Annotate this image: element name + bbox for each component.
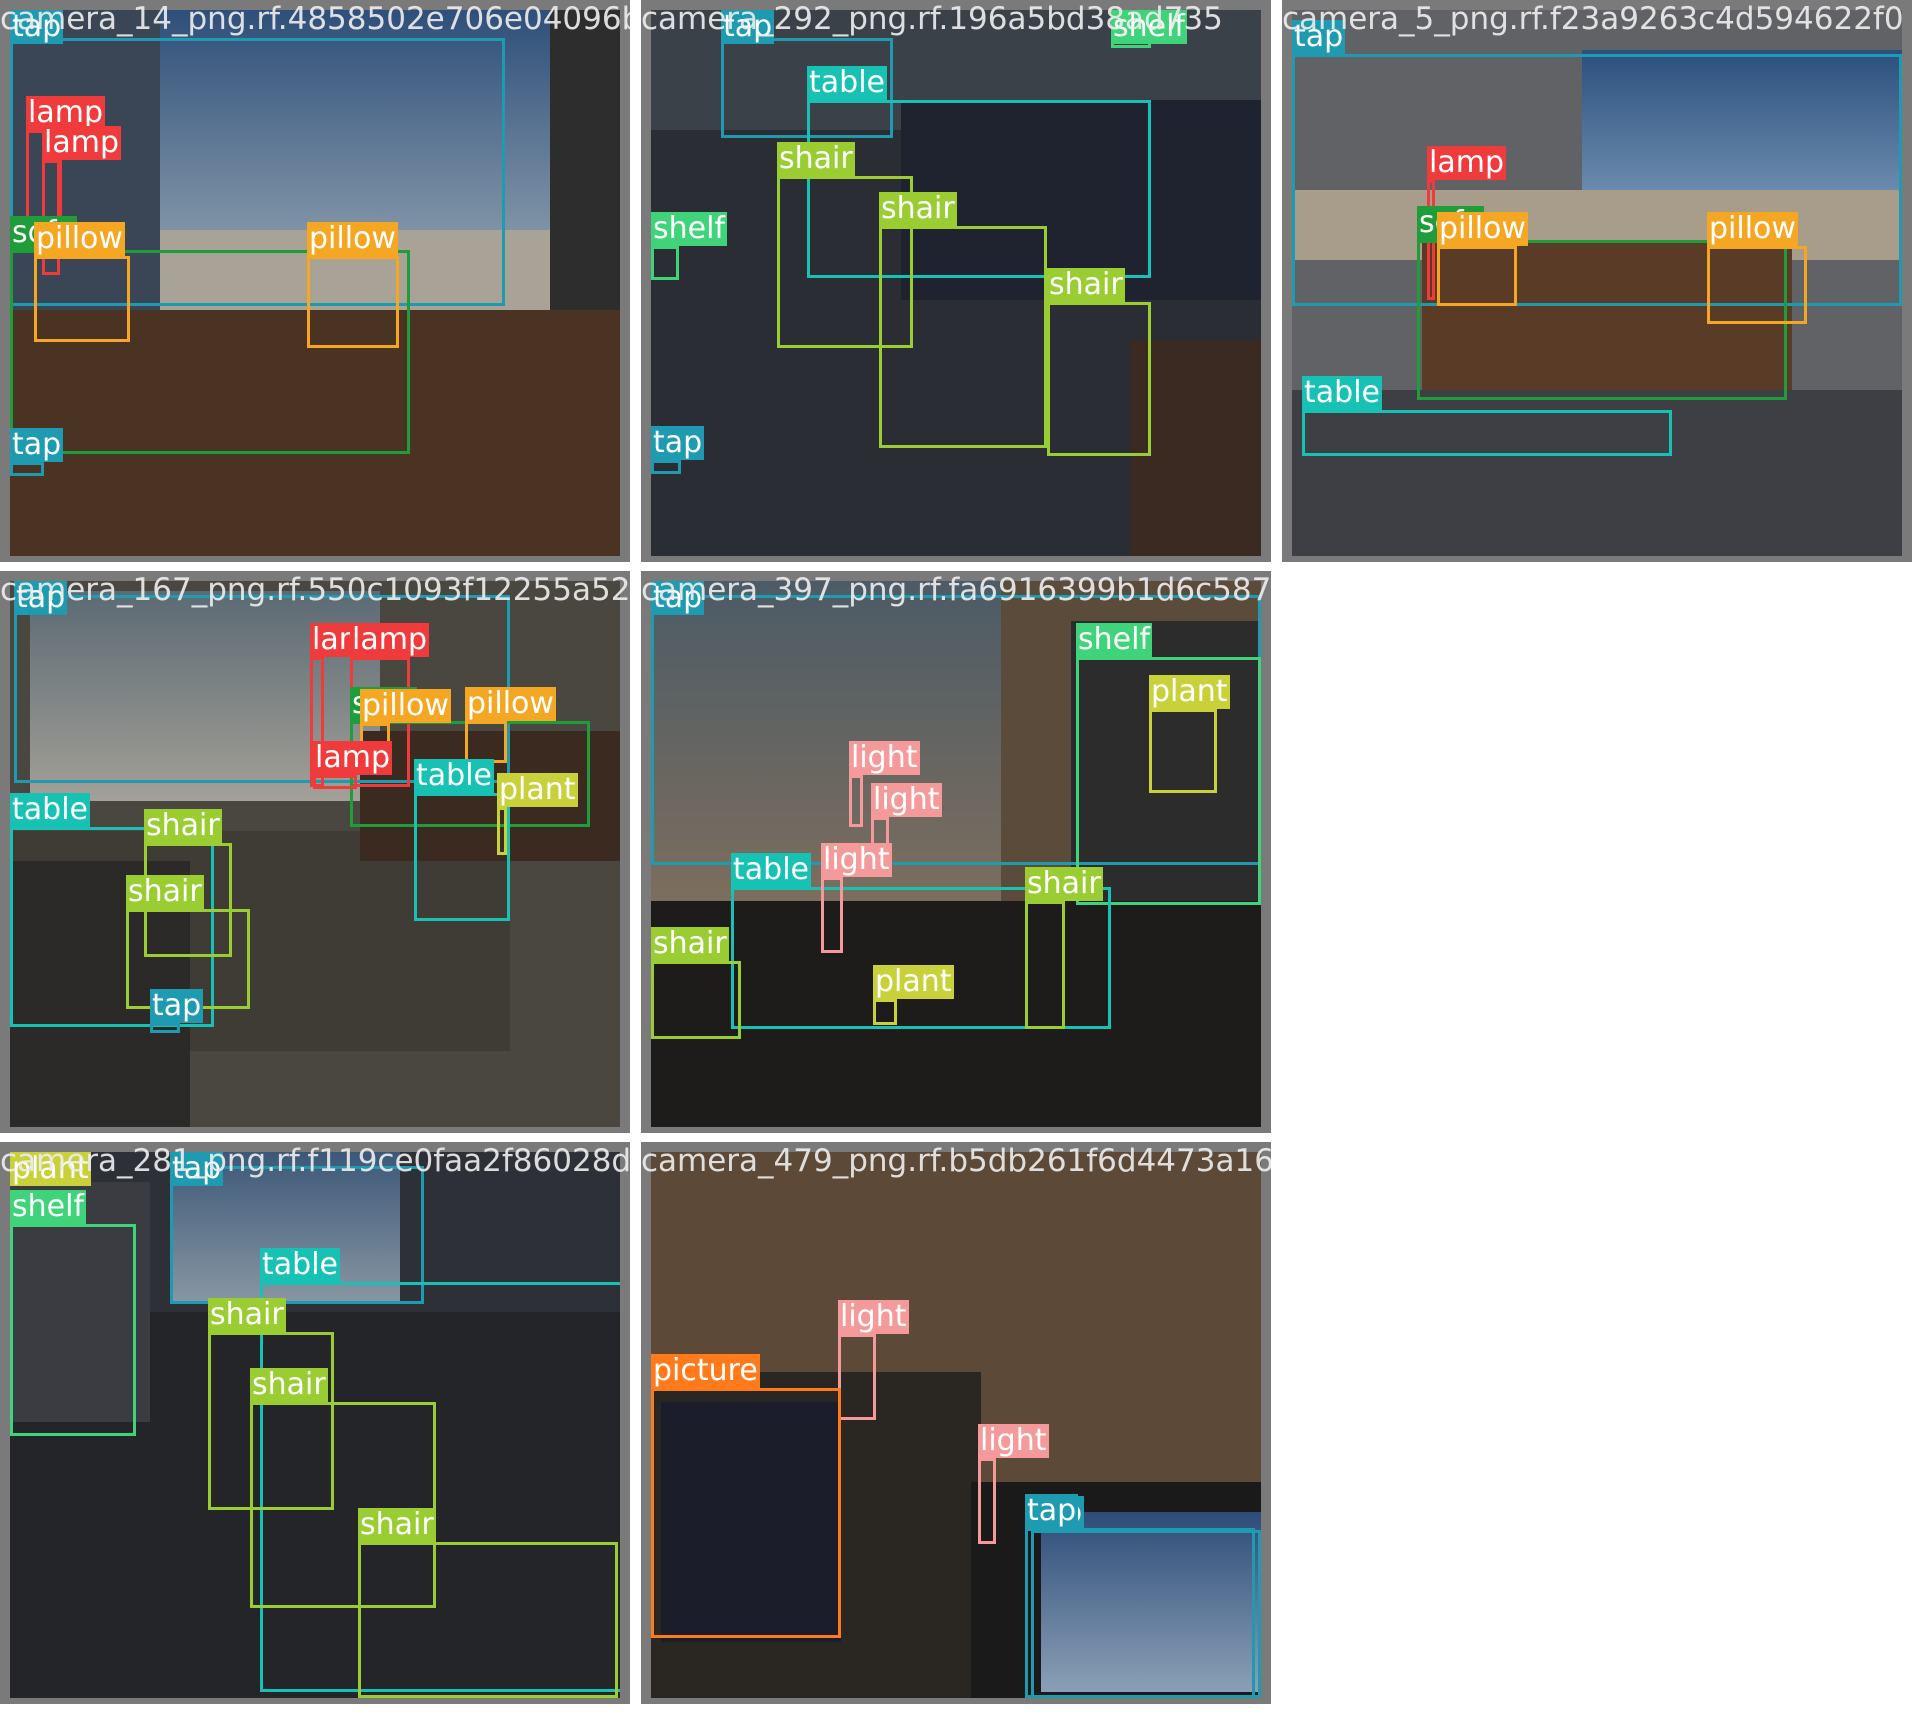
bounding-box (1025, 1528, 1255, 1698)
bounding-box (651, 460, 681, 474)
mosaic-tile: taplampsofapillowpillowtablecamera_5_png… (1282, 0, 1912, 562)
mosaic-tile: plant shelf tap table shair shair shair camera_… (0, 1142, 630, 1704)
box-label: pillow (1707, 211, 1798, 246)
box-label: shair (144, 808, 222, 843)
box-label: tap (1025, 1493, 1079, 1528)
box-label: picture (651, 1353, 760, 1388)
bounding-box (1025, 901, 1065, 1029)
box-label: shair (358, 1507, 436, 1542)
scene-image: tap shelf table shair shair shelf shair tap (651, 10, 1261, 556)
box-label: shelf (10, 1189, 86, 1224)
box-label: pillow (465, 686, 556, 721)
mosaic-tile: taplamplampsofapillowpillowtapcamera_14_… (0, 0, 630, 562)
bounding-box (651, 246, 679, 280)
bounding-box (313, 775, 357, 789)
box-label: shair (879, 191, 957, 226)
bounding-box (1149, 709, 1217, 793)
bounding-box (307, 256, 399, 348)
box-label: lamp (313, 740, 392, 775)
box-label: shair (1025, 866, 1103, 901)
box-label: shelf (1111, 10, 1187, 44)
box-label: shair (651, 926, 729, 961)
box-label: tap (651, 425, 705, 460)
box-label: tap (1292, 19, 1346, 54)
bounding-box (414, 793, 510, 921)
box-label: shair (777, 141, 855, 176)
box-label: pillow (360, 688, 451, 723)
box-label: light (821, 842, 892, 877)
bounding-box (651, 961, 741, 1039)
bounding-box (873, 999, 897, 1025)
mosaic-tile: taplamplampsofapillowpillowlamptabletabl… (0, 571, 630, 1133)
box-label: plant (1149, 674, 1230, 709)
bounding-box (838, 1334, 876, 1420)
bounding-box (1707, 246, 1807, 324)
mosaic-tile: tap shelf plant light light table light shair sh… (641, 571, 1271, 1133)
bounding-box (497, 807, 507, 855)
box-label: table (260, 1247, 340, 1282)
box-label: lamp (350, 622, 429, 657)
scene-image: lightpicturelighttaptap (651, 1152, 1261, 1698)
box-label: plant (10, 1152, 91, 1186)
bounding-box (821, 877, 843, 953)
bounding-box (849, 775, 863, 827)
box-label: table (10, 792, 90, 827)
bounding-box (10, 1224, 136, 1436)
box-label: shelf (1076, 622, 1152, 657)
bounding-box (1047, 302, 1151, 456)
bounding-box (358, 1542, 618, 1698)
bounding-box (34, 256, 130, 342)
scene-image: taplamplampsofapillowpillowtap (10, 10, 620, 556)
bounding-box (978, 1458, 996, 1544)
bounding-box (150, 1023, 180, 1033)
box-label: table (731, 852, 811, 887)
box-label: tap (170, 1152, 224, 1186)
bounding-box (465, 721, 507, 763)
bounding-box (651, 1388, 841, 1638)
box-label: plant (497, 772, 578, 807)
box-label: shair (208, 1297, 286, 1332)
mosaic-tile: lightpicturelighttaptapcamera_479_png.rf… (641, 1142, 1271, 1704)
box-label: lamp (1427, 145, 1506, 180)
box-label: shair (1047, 267, 1125, 302)
scene-image: taplamplampsofapillowpillowlamptabletabl… (10, 581, 620, 1127)
box-label: tap (150, 988, 204, 1023)
scene-image: tap shelf plant light light table light shair sh… (651, 581, 1261, 1127)
box-label: pillow (34, 221, 125, 256)
box-label: table (1302, 375, 1382, 410)
box-label: shair (126, 874, 204, 909)
box-label: tap (10, 10, 64, 44)
scene-image: plant shelf tap table shair shair shair (10, 1152, 620, 1698)
detection-mosaic: taplamplampsofapillowpillowtapcamera_14_… (0, 0, 1920, 1716)
box-label: plant (873, 964, 954, 999)
box-label: shair (250, 1367, 328, 1402)
box-label: lamp (42, 125, 121, 160)
bounding-box (879, 226, 1047, 448)
box-label: light (871, 782, 942, 817)
box-label: pillow (307, 221, 398, 256)
bounding-box (1302, 410, 1672, 456)
box-label: shelf (651, 211, 727, 246)
box-label: tap (651, 581, 705, 615)
mosaic-tile: tap shelf table shair shair shelf shair tap came… (641, 0, 1271, 562)
box-label: tap (721, 10, 775, 44)
box-label: tap (14, 581, 68, 615)
bounding-box (1437, 246, 1517, 306)
box-label: pillow (1437, 211, 1528, 246)
bounding-box (10, 462, 44, 476)
box-label: table (807, 65, 887, 100)
box-label: table (414, 758, 494, 793)
scene-region (550, 10, 620, 310)
box-label: light (978, 1423, 1049, 1458)
scene-image: taplampsofapillowpillowtable (1292, 10, 1902, 556)
box-label: tap (10, 427, 64, 462)
box-label: light (849, 740, 920, 775)
box-label: light (838, 1299, 909, 1334)
